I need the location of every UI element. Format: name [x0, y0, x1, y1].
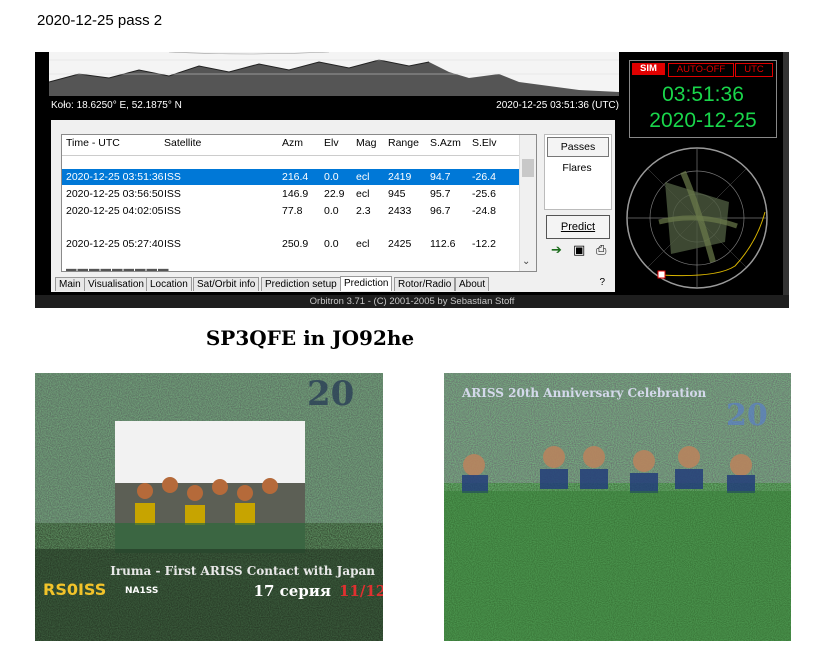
- cell: 2020-12-25 05:27:40: [66, 238, 164, 250]
- cell: -12.2: [472, 238, 496, 250]
- cell: ecl: [356, 171, 370, 183]
- operator: NA1SS: [125, 586, 158, 596]
- print-icon[interactable]: ⎙: [596, 243, 606, 258]
- tab-prediction-setup[interactable]: Prediction setup: [261, 277, 341, 291]
- table-scrollbar[interactable]: ⌄: [519, 135, 536, 271]
- row-cut-off: ▬▬▬▬▬▬▬▬▬: [66, 263, 170, 271]
- sstv-caption-right: ARISS 20th Anniversary Celebration: [461, 386, 707, 400]
- flares-button[interactable]: Flares: [547, 159, 607, 177]
- passes-button[interactable]: Passes: [547, 137, 609, 157]
- predict-button[interactable]: Predict: [546, 215, 610, 239]
- arrow-right-icon[interactable]: ➔: [551, 243, 562, 258]
- cell: 0.0: [324, 238, 339, 250]
- sky-radar: [626, 147, 768, 289]
- table-row[interactable]: 2020-12-25 05:27:40 ISS 250.9 0.0 ecl 24…: [62, 236, 519, 252]
- cell: 112.6: [430, 238, 456, 250]
- col-sazm[interactable]: S.Azm: [430, 137, 461, 149]
- cell: 2020-12-25 03:51:36: [66, 171, 164, 183]
- tab-sat-orbit-info[interactable]: Sat/Orbit info: [193, 277, 260, 291]
- cell: 2.3: [356, 205, 371, 217]
- sstv-caption-left: Iruma - First ARISS Contact with Japan: [110, 564, 375, 578]
- scroll-thumb[interactable]: [522, 159, 534, 177]
- cell: 2425: [388, 238, 412, 250]
- cell: 2419: [388, 171, 412, 183]
- cell: 0.0: [324, 205, 339, 217]
- cell: ISS: [164, 171, 181, 183]
- tab-location[interactable]: Location: [146, 277, 192, 291]
- col-satellite[interactable]: Satellite: [164, 137, 201, 149]
- location-readout: Koło: 18.6250° E, 52.1875° N: [51, 100, 182, 111]
- series-number: 11/12: [339, 582, 383, 600]
- cell: 96.7: [430, 205, 451, 217]
- coords-bar: Koło: 18.6250° E, 52.1875° N 2020-12-25 …: [49, 97, 619, 115]
- sstv-image-left: 20 Iruma - First ARISS Contact with Japa…: [35, 373, 383, 641]
- prediction-table: Time - UTC Satellite Azm Elv Mag Range S…: [61, 134, 537, 272]
- cell: 216.4: [282, 171, 309, 183]
- badge-20-left: 20: [307, 374, 354, 414]
- col-azm[interactable]: Azm: [282, 137, 303, 149]
- tab-bar: Main Visualisation Location Sat/Orbit in…: [51, 276, 615, 292]
- sim-indicator[interactable]: SIM: [632, 63, 665, 75]
- cell: -24.8: [472, 205, 496, 217]
- cell: ISS: [164, 205, 181, 217]
- cell: 2433: [388, 205, 412, 217]
- table-header: Time - UTC Satellite Azm Elv Mag Range S…: [62, 135, 519, 156]
- tab-visualisation[interactable]: Visualisation: [84, 277, 148, 291]
- cell: ISS: [164, 238, 181, 250]
- cell: 95.7: [430, 188, 451, 200]
- cell: 0.0: [324, 171, 339, 183]
- table-row[interactable]: 2020-12-25 03:56:50 ISS 146.9 22.9 ecl 9…: [62, 186, 519, 202]
- series-label: 17 серия: [254, 582, 331, 600]
- tab-main[interactable]: Main: [55, 277, 85, 291]
- window-edge: [783, 52, 789, 295]
- callsign: RS0ISS: [43, 580, 106, 599]
- cell: 94.7: [430, 171, 451, 183]
- cell: 146.9: [282, 188, 309, 200]
- map-landmass: [49, 52, 619, 96]
- save-icon[interactable]: ▣: [573, 243, 585, 258]
- table-row-partial[interactable]: ▬▬▬▬▬▬▬▬▬: [62, 253, 519, 271]
- orbitron-window: Koło: 18.6250° E, 52.1875° N 2020-12-25 …: [35, 52, 789, 308]
- sstv-image-right: ARISS 20th Anniversary Celebration 20: [444, 373, 791, 641]
- mode-selector: Passes Flares: [544, 134, 612, 210]
- status-bar: Orbitron 3.71 - (C) 2001-2005 by Sebasti…: [35, 295, 789, 308]
- col-elv[interactable]: Elv: [324, 137, 339, 149]
- cell: ecl: [356, 188, 370, 200]
- cell: 77.8: [282, 205, 303, 217]
- cell: 250.9: [282, 238, 309, 250]
- sstv-picture-left: 20 Iruma - First ARISS Contact with Japa…: [35, 373, 383, 641]
- cell: ecl: [356, 238, 370, 250]
- headline: SP3QFE in JO92he: [205, 326, 415, 350]
- cell: -25.6: [472, 188, 496, 200]
- help-button[interactable]: ?: [599, 277, 605, 288]
- datetime-readout: 2020-12-25 03:51:36 (UTC): [496, 100, 619, 111]
- page-title: 2020-12-25 pass 2: [37, 12, 163, 29]
- tab-prediction[interactable]: Prediction: [340, 276, 393, 291]
- cell: ISS: [164, 188, 181, 200]
- utc-indicator[interactable]: UTC: [735, 63, 773, 77]
- tab-rotor-radio[interactable]: Rotor/Radio: [394, 277, 456, 291]
- prediction-panel: Time - UTC Satellite Azm Elv Mag Range S…: [51, 120, 615, 276]
- cell: 2020-12-25 03:56:50: [66, 188, 164, 200]
- clock-time: 03:51:36: [662, 83, 744, 106]
- col-range[interactable]: Range: [388, 137, 419, 149]
- col-time[interactable]: Time - UTC: [66, 137, 120, 149]
- cell: 945: [388, 188, 406, 200]
- table-row[interactable]: 2020-12-25 04:02:05 ISS 77.8 0.0 2.3 243…: [62, 203, 519, 219]
- tab-about[interactable]: About: [455, 277, 490, 291]
- cell: 2020-12-25 04:02:05: [66, 205, 164, 217]
- cell: 22.9: [324, 188, 345, 200]
- clock-panel: SIM AUTO-OFF UTC 03:51:36 2020-12-25: [629, 60, 777, 138]
- table-row[interactable]: 2020-12-25 03:51:36 ISS 216.4 0.0 ecl 24…: [62, 169, 519, 185]
- sstv-picture-right: ARISS 20th Anniversary Celebration 20: [444, 373, 791, 641]
- col-selv[interactable]: S.Elv: [472, 137, 497, 149]
- auto-off-indicator[interactable]: AUTO-OFF: [668, 63, 734, 77]
- world-map[interactable]: [49, 52, 619, 96]
- cell: -26.4: [472, 171, 496, 183]
- badge-20-right: 20: [726, 398, 768, 433]
- chevron-down-icon[interactable]: ⌄: [522, 256, 530, 267]
- col-mag[interactable]: Mag: [356, 137, 376, 149]
- clock-date: 2020-12-25: [649, 109, 757, 132]
